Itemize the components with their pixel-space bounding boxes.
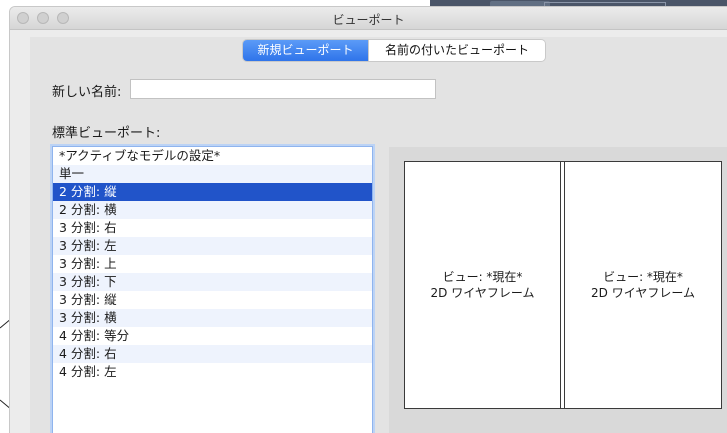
tab-named-viewports[interactable]: 名前の付いたビューポート [368,40,545,61]
new-name-label: 新しい名前: [52,85,122,100]
list-item[interactable]: 4 分割: 左 [53,363,372,381]
list-item[interactable]: 単一 [53,165,372,183]
list-item[interactable]: 2 分割: 横 [53,201,372,219]
list-item[interactable]: 3 分割: 横 [53,309,372,327]
preview-viewport-left[interactable]: ビュー: *現在* 2D ワイヤフレーム [405,162,561,408]
new-name-input[interactable] [130,79,436,99]
viewport-dialog: ビューポート 新規ビューポート 名前の付いたビューポート 新しい名前: 標準ビュ… [10,7,727,433]
viewport-style-label: 2D ワイヤフレーム [591,286,695,300]
dialog-content: 新規ビューポート 名前の付いたビューポート 新しい名前: 標準ビューポート: *… [30,37,727,433]
standard-viewports-label: 標準ビューポート: [52,126,161,141]
preview-frame: ビュー: *現在* 2D ワイヤフレーム ビュー: *現在* 2D ワイヤフレー… [404,161,722,409]
preview-panel: ビュー: *現在* 2D ワイヤフレーム ビュー: *現在* 2D ワイヤフレー… [389,147,727,433]
window-title: ビューポート [332,13,405,27]
standard-viewports-list[interactable]: *アクティブなモデルの設定* 単一 2 分割: 縦2 分割: 横3 分割: 右3 分… [52,146,373,433]
list-item[interactable]: 3 分割: 縦 [53,291,372,309]
list-item[interactable]: 3 分割: 上 [53,255,372,273]
tab-new-viewports[interactable]: 新規ビューポート [243,40,368,61]
viewport-style-label: 2D ワイヤフレーム [430,286,535,300]
list-item[interactable]: 4 分割: 右 [53,345,372,363]
tab-control: 新規ビューポート 名前の付いたビューポート [243,40,545,61]
viewport-view-label: ビュー: *現在* [442,270,523,284]
viewport-view-label: ビュー: *現在* [603,270,683,284]
list-item[interactable]: 3 分割: 左 [53,237,372,255]
list-item[interactable]: 3 分割: 右 [53,219,372,237]
preview-viewport-right[interactable]: ビュー: *現在* 2D ワイヤフレーム [565,162,721,408]
list-item[interactable]: 4 分割: 等分 [53,327,372,345]
list-item[interactable]: 3 分割: 下 [53,273,372,291]
title-bar: ビューポート [10,7,727,30]
list-item[interactable]: 2 分割: 縦 [53,183,372,201]
list-item[interactable]: *アクティブなモデルの設定* [53,147,372,165]
